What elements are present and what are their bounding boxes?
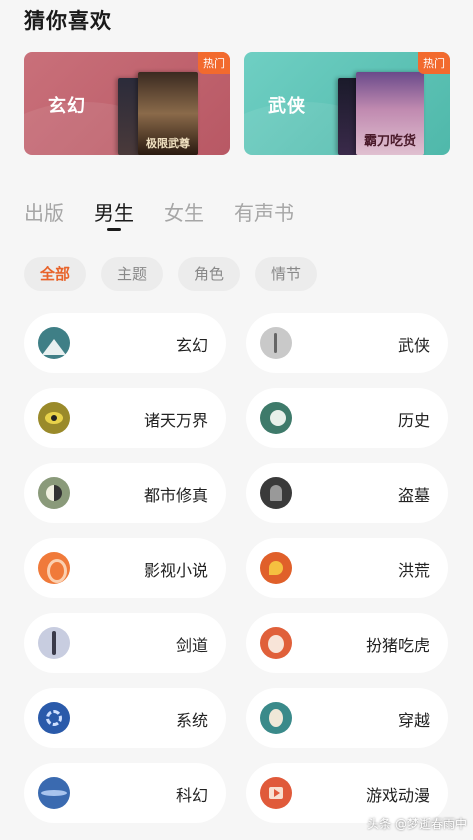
tab-male[interactable]: 男生 (94, 197, 134, 231)
category-item[interactable]: 都市修真 (24, 463, 226, 523)
tab-audiobook[interactable]: 有声书 (234, 197, 294, 226)
category-label: 盗墓 (397, 486, 430, 505)
gear-icon (38, 702, 70, 734)
category-label: 穿越 (397, 711, 430, 730)
sword-icon (38, 627, 70, 659)
category-item[interactable]: 穿越 (246, 688, 448, 748)
category-label: 武侠 (397, 336, 430, 355)
book-cover: 霸刀吃货 (356, 72, 424, 155)
category-label: 玄幻 (175, 336, 208, 355)
filter-plot[interactable]: 情节 (255, 257, 318, 291)
category-label: 科幻 (175, 786, 208, 805)
eye-icon (38, 402, 70, 434)
crane-icon (260, 327, 292, 359)
banner-xuanhuan[interactable]: 极限武尊 玄幻 热门 (24, 52, 230, 155)
category-label: 洪荒 (397, 561, 430, 580)
category-label: 诸天万界 (143, 411, 208, 430)
category-grid: 玄幻 武侠 诸天万界 历史 都市修真 盗墓 影视小说 洪荒 剑道 扮猪吃虎 系统… (24, 313, 448, 823)
watermark: 头条 @梦逝春雨中 (367, 817, 467, 831)
banner-label: 武侠 (268, 96, 306, 117)
category-item[interactable]: 影视小说 (24, 538, 226, 598)
category-item[interactable]: 科幻 (24, 763, 226, 823)
taiji-icon (38, 477, 70, 509)
category-label: 都市修真 (143, 486, 208, 505)
tab-publish[interactable]: 出版 (24, 197, 64, 226)
category-item[interactable]: 历史 (246, 388, 448, 448)
category-item[interactable]: 系统 (24, 688, 226, 748)
filter-chips: 全部 主题 角色 情节 (24, 257, 332, 291)
tab-female[interactable]: 女生 (164, 197, 204, 226)
pig-icon (260, 627, 292, 659)
filter-role[interactable]: 角色 (178, 257, 241, 291)
book-cover: 极限武尊 (138, 72, 198, 155)
travel-icon (260, 702, 292, 734)
category-label: 历史 (397, 411, 430, 430)
category-item[interactable]: 游戏动漫 (246, 763, 448, 823)
history-icon (260, 402, 292, 434)
tomb-icon (260, 477, 292, 509)
banner-wuxia[interactable]: 霸刀吃货 武侠 热门 (244, 52, 450, 155)
section-title: 猜你喜欢 (24, 9, 112, 33)
mountain-icon (38, 327, 70, 359)
cover-title: 霸刀吃货 (363, 134, 416, 149)
category-label: 游戏动漫 (365, 786, 430, 805)
cover-title: 极限武尊 (146, 137, 190, 150)
category-item[interactable]: 盗墓 (246, 463, 448, 523)
category-item[interactable]: 洪荒 (246, 538, 448, 598)
category-item[interactable]: 诸天万界 (24, 388, 226, 448)
banner-label: 玄幻 (48, 96, 86, 117)
channel-tabs: 出版 男生 女生 有声书 (24, 197, 324, 231)
category-label: 扮猪吃虎 (365, 636, 430, 655)
category-item[interactable]: 武侠 (246, 313, 448, 373)
filter-all[interactable]: 全部 (24, 257, 87, 291)
category-item[interactable]: 扮猪吃虎 (246, 613, 448, 673)
bird-icon (260, 552, 292, 584)
category-item[interactable]: 剑道 (24, 613, 226, 673)
category-label: 系统 (175, 711, 208, 730)
filter-theme[interactable]: 主题 (101, 257, 164, 291)
hot-badge: 热门 (418, 52, 450, 74)
planet-icon (38, 777, 70, 809)
film-icon (38, 552, 70, 584)
hot-badge: 热门 (198, 52, 230, 74)
play-icon (260, 777, 292, 809)
category-item[interactable]: 玄幻 (24, 313, 226, 373)
category-label: 剑道 (175, 636, 208, 655)
category-label: 影视小说 (143, 561, 208, 580)
